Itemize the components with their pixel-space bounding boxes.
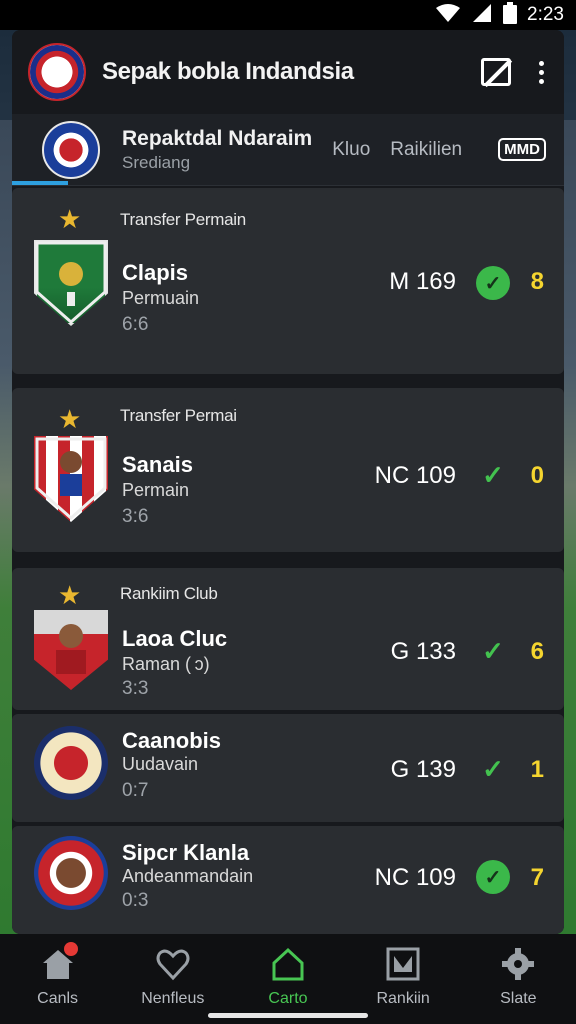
club-subtitle: Permuain: [122, 288, 200, 308]
list-item[interactable]: ★ Transfer Permain Clapis Permuain 6:6 M…: [12, 188, 564, 374]
club-tab-text[interactable]: Repaktdal Ndaraim Srediang: [122, 127, 312, 173]
card-label: Transfer Permai: [120, 406, 237, 425]
notification-dot: [63, 942, 78, 956]
star-icon: ★: [58, 404, 82, 434]
club-count: 0: [530, 462, 544, 489]
club-count: 1: [530, 756, 544, 783]
club-score: 0:7: [122, 780, 149, 801]
club-crest-icon: [34, 726, 108, 800]
player-crest-icon: [34, 436, 108, 522]
player-crest-icon: [34, 836, 108, 910]
ranking-icon: [385, 946, 421, 982]
club-stat: G 139: [390, 756, 456, 783]
list-item[interactable]: Sipcr Klanla Andeanmandain 0:3 NC 109 ✓ …: [12, 826, 564, 934]
check-icon[interactable]: ✓: [476, 634, 510, 668]
club-tab-title: Repaktdal Ndaraim: [122, 126, 313, 150]
club-stat: NC 109: [374, 864, 456, 891]
battery-icon: [503, 1, 518, 29]
club-count: 6: [530, 638, 544, 665]
club-subtitle: Uudavain: [122, 754, 199, 774]
club-tab-subtitle: Srediang: [122, 152, 191, 172]
status-bar: 2:23: [0, 0, 576, 30]
nav-label: Canls: [37, 990, 79, 1007]
list-item[interactable]: Caanobis Uudavain 0:7 G 139 ✓ 1: [12, 714, 564, 822]
club-name: Sipcr Klanla: [122, 840, 250, 865]
club-subtitle: Permain: [122, 480, 190, 500]
list-item[interactable]: ★ Transfer Permai Sanais Permain 3:6 NC …: [12, 388, 564, 552]
club-badge-icon: [42, 120, 100, 179]
signal-icon: [471, 3, 493, 28]
settings-gear-icon: [500, 946, 536, 982]
nav-label: Rankiin: [376, 990, 430, 1007]
club-count: 8: [530, 268, 544, 295]
home-indicator[interactable]: [208, 1013, 368, 1018]
tab-underline: [12, 181, 68, 185]
nav-label: Nenfleus: [141, 990, 205, 1007]
house-outline-icon: [270, 946, 306, 982]
club-subtitle: Raman ( ɔ): [122, 654, 210, 674]
club-name: Clapis: [122, 260, 189, 285]
card-label: Transfer Permain: [120, 210, 246, 229]
club-tab-row: Repaktdal Ndaraim Srediang Kluo Raikilie…: [12, 114, 564, 186]
card-label: Rankiim Club: [120, 584, 218, 603]
nav-label: Slate: [500, 990, 537, 1007]
app-panel: Sepak bobla Indandsia Repaktdal Ndaraim …: [12, 30, 564, 934]
club-stat: G 133: [390, 638, 456, 665]
star-icon: ★: [58, 580, 82, 610]
nav-item-carto[interactable]: Carto: [238, 946, 338, 1008]
club-score: 3:3: [122, 678, 149, 699]
club-subtitle: Andeanmandain: [122, 866, 254, 886]
bottom-navigation: Canls Nenfleus Carto Rankiin Slate: [0, 934, 576, 1024]
club-score: 6:6: [122, 314, 149, 335]
heart-icon: [155, 946, 191, 982]
check-icon[interactable]: ✓: [476, 752, 510, 786]
club-stat: NC 109: [374, 462, 456, 489]
list-item[interactable]: ★ Rankiim Club Laoa Cluc Raman ( ɔ) 3:3 …: [12, 568, 564, 710]
edit-icon[interactable]: [481, 58, 511, 86]
club-count: 7: [530, 864, 544, 891]
star-icon: ★: [58, 204, 82, 234]
app-header: Sepak bobla Indandsia: [12, 30, 564, 114]
header-actions: [481, 58, 548, 86]
more-vertical-icon[interactable]: [535, 60, 548, 84]
nav-label: Carto: [268, 990, 308, 1007]
tab-club[interactable]: Kluo: [332, 139, 370, 161]
check-circle-icon[interactable]: ✓: [476, 266, 510, 300]
club-name: Caanobis: [122, 728, 222, 753]
nav-item-slate[interactable]: Slate: [468, 946, 568, 1008]
nav-item-nenfleus[interactable]: Nenfleus: [123, 946, 223, 1008]
check-circle-icon[interactable]: ✓: [476, 860, 510, 894]
club-name: Laoa Cluc: [122, 626, 228, 651]
club-score: 0:3: [122, 890, 149, 911]
club-stat: M 169: [389, 268, 456, 295]
club-score: 3:6: [122, 506, 149, 527]
club-logo-icon: [28, 43, 86, 101]
nav-item-rankiin[interactable]: Rankiin: [353, 946, 453, 1008]
player-crest-icon: [34, 610, 108, 690]
club-crest-icon: [34, 240, 108, 326]
mmd-badge[interactable]: MMD: [498, 138, 546, 161]
check-icon[interactable]: ✓: [476, 458, 510, 492]
club-name: Sanais: [122, 452, 193, 477]
tab-ranking[interactable]: Raikilien: [390, 139, 462, 161]
app-title: Sepak bobla Indandsia: [102, 58, 354, 85]
nav-item-canls[interactable]: Canls: [8, 942, 108, 1008]
wifi-icon: [435, 3, 461, 28]
status-time: 2:23: [527, 4, 564, 25]
